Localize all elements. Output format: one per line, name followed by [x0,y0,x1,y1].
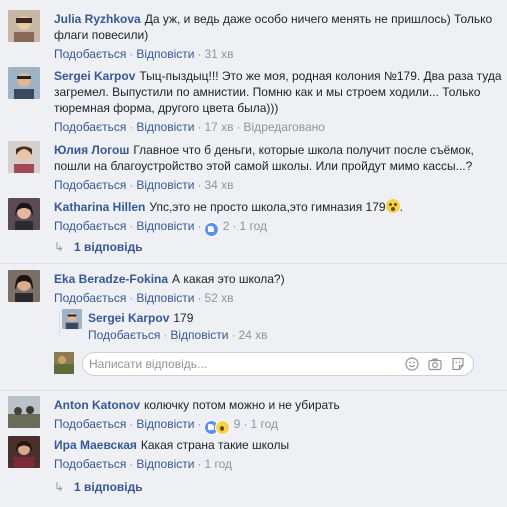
reply-text: Sergei Karpov 179 [88,310,503,326]
timestamp[interactable]: 34 хв [204,178,233,192]
replies-count: 1 відповідь [74,480,143,494]
avatar[interactable] [62,309,82,329]
edited-label[interactable]: Відредаговано [244,120,325,134]
reply-link[interactable]: Відповісти [170,328,228,342]
comment-author[interactable]: Sergei Karpov [54,69,135,83]
comment-text: Anton Katonov колючку потом можно и не уб… [54,397,503,413]
comment-text: Katharina Hillen Упс,это не просто школа,… [54,199,403,214]
avatar[interactable] [8,10,40,42]
view-replies-link[interactable]: ↳ 1 відповідь [54,240,143,254]
like-link[interactable]: Подобається [54,47,126,61]
reply-author[interactable]: Sergei Karpov [88,311,169,325]
timestamp[interactable]: 24 хв [238,328,267,342]
comment-actions: Подобається · Відповісти · 34 хв [54,178,234,192]
like-link[interactable]: Подобається [54,178,126,192]
divider [0,390,507,391]
comment-actions: Подобається · Відповісти · 2 · 1 год [54,218,503,238]
reactions[interactable] [204,221,220,238]
reply-arrow-icon: ↳ [54,480,65,494]
comment-author[interactable]: Ира Маевская [54,438,137,452]
avatar[interactable] [8,141,40,173]
reply-link[interactable]: Відповісти [136,457,194,471]
comment-text: Юлия Логош Главное что б деньги, которые … [54,142,503,174]
comment-author[interactable]: Anton Katonov [54,398,140,412]
timestamp[interactable]: 1 год [239,219,267,233]
thread-line [59,311,60,337]
reply-actions: Подобається · Відповісти · 24 хв [88,328,268,342]
avatar[interactable] [8,436,40,468]
like-link[interactable]: Подобається [54,219,126,233]
comment-actions: Подобається · Відповісти · 31 хв [54,47,234,61]
astonished-emoji-icon [385,199,400,213]
reply-link[interactable]: Відповісти [136,120,194,134]
comment-author[interactable]: Julia Ryzhkova [54,12,141,26]
comment-actions: Подобається · Відповісти · 1 год [54,457,232,471]
comment-message: Упс,это не просто школа,это гимназия 179 [149,200,386,214]
reply-message: 179 [173,311,194,325]
comment-text: Sergei Karpov Тыц-пыздыц!!! Это же моя, р… [54,68,503,116]
like-reaction-icon [204,222,220,238]
reply-link[interactable]: Відповісти [136,291,194,305]
comment-message: Какая страна такие школы [140,438,290,452]
comment-text: Eka Beradze-Fokina А какая это школа?) [54,271,503,287]
comment-message: А какая это школа?) [172,272,285,286]
comment-author[interactable]: Katharina Hillen [54,200,145,214]
like-link[interactable]: Подобається [54,417,126,431]
timestamp[interactable]: 1 год [204,457,232,471]
timestamp[interactable]: 1 год [250,417,278,431]
reactions[interactable] [204,419,231,436]
reply-link[interactable]: Відповісти [136,219,194,233]
comment-author[interactable]: Eka Beradze-Fokina [54,272,168,286]
wow-reaction-icon [215,420,231,436]
emoji-icon[interactable] [405,357,419,371]
avatar[interactable] [8,396,40,428]
reaction-count[interactable]: 2 [223,219,230,233]
avatar[interactable] [8,198,40,230]
timestamp[interactable]: 52 хв [204,291,233,305]
divider [0,263,507,264]
timestamp[interactable]: 31 хв [204,47,233,61]
reply-arrow-icon: ↳ [54,240,65,254]
timestamp[interactable]: 17 хв [204,120,233,134]
comment-actions: Подобається · Відповісти · 52 хв [54,291,234,305]
replies-count: 1 відповідь [74,240,143,254]
comment-actions: Подобається · Відповісти · 17 хв · Відредагова… [54,120,325,134]
comment-author[interactable]: Юлия Логош [54,143,129,157]
reply-link[interactable]: Відповісти [136,417,194,431]
current-user-avatar [54,352,74,374]
comment-actions: Подобається · Відповісти · 9 · 1 год [54,416,503,436]
like-link[interactable]: Подобається [88,328,160,342]
reply-link[interactable]: Відповісти [136,47,194,61]
sticker-icon[interactable] [451,357,465,371]
camera-icon[interactable] [428,357,442,371]
comment-message: колючку потом можно и не убирать [144,398,340,412]
like-link[interactable]: Подобається [54,457,126,471]
reply-composer [82,352,474,376]
reply-input[interactable] [89,356,389,372]
avatar[interactable] [8,67,40,99]
like-link[interactable]: Подобається [54,120,126,134]
view-replies-link[interactable]: ↳ 1 відповідь [54,480,143,494]
reply-link[interactable]: Відповісти [136,178,194,192]
comment-text: Julia Ryzhkova Да уж, и ведь даже особо н… [54,11,503,43]
comment-text: Ира Маевская Какая страна такие школы [54,437,503,453]
reaction-count[interactable]: 9 [234,417,241,431]
avatar[interactable] [8,270,40,302]
like-link[interactable]: Подобається [54,291,126,305]
